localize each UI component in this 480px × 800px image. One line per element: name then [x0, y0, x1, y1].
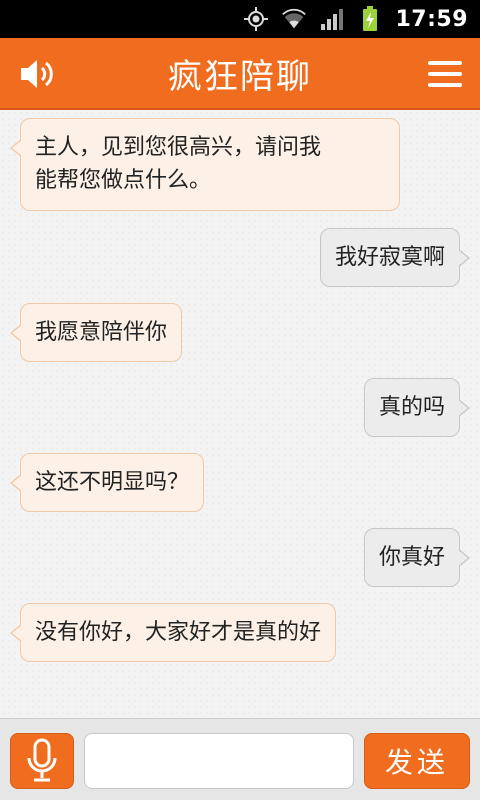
- message-bubble-incoming: 我愿意陪伴你: [9, 303, 183, 362]
- message-text: 我愿意陪伴你: [9, 303, 183, 362]
- battery-charging-icon: [357, 6, 383, 32]
- message-text: 没有你好，大家好才是真的好: [9, 603, 337, 662]
- app-header: 疯狂陪聊: [0, 38, 480, 110]
- speaker-icon[interactable]: [18, 56, 58, 92]
- message-bubble-incoming: 主人，见到您很高兴，请问我 能帮您做点什么。: [10, 118, 400, 211]
- send-button[interactable]: 发送: [364, 733, 470, 789]
- message-line: 主人，见到您很高兴，请问我: [35, 135, 322, 160]
- status-time: 17:59: [395, 6, 468, 32]
- input-bar: 发送: [0, 718, 480, 800]
- message-text: 这还不明显吗？: [9, 453, 205, 512]
- message-text: 我好寂寞啊: [319, 228, 471, 287]
- message-bubble-outgoing: 你真好: [363, 528, 471, 587]
- status-bar: 17:59: [0, 0, 480, 38]
- message-bubble-incoming: 没有你好，大家好才是真的好: [9, 603, 337, 662]
- gps-icon: [243, 6, 269, 32]
- menu-icon[interactable]: [426, 56, 464, 92]
- message-bubble-outgoing: 我好寂寞啊: [319, 228, 471, 287]
- message-bubble-outgoing: 真的吗: [363, 378, 471, 437]
- message-text: 你真好: [363, 528, 471, 587]
- message-text: 主人，见到您很高兴，请问我 能帮您做点什么。: [10, 118, 400, 211]
- page-title: 疯狂陪聊: [168, 56, 312, 97]
- message-bubble-incoming: 这还不明显吗？: [9, 453, 205, 512]
- message-text: 真的吗: [363, 378, 471, 437]
- wifi-icon: [281, 6, 307, 32]
- voice-input-button[interactable]: [10, 733, 74, 789]
- microphone-icon: [27, 738, 57, 782]
- message-input[interactable]: [84, 733, 354, 789]
- signal-icon: [319, 6, 345, 32]
- message-line: 能帮您做点什么。: [35, 168, 212, 193]
- chat-area[interactable]: 主人，见到您很高兴，请问我 能帮您做点什么。 我好寂寞啊 我愿意陪伴你 真的吗 …: [0, 110, 480, 718]
